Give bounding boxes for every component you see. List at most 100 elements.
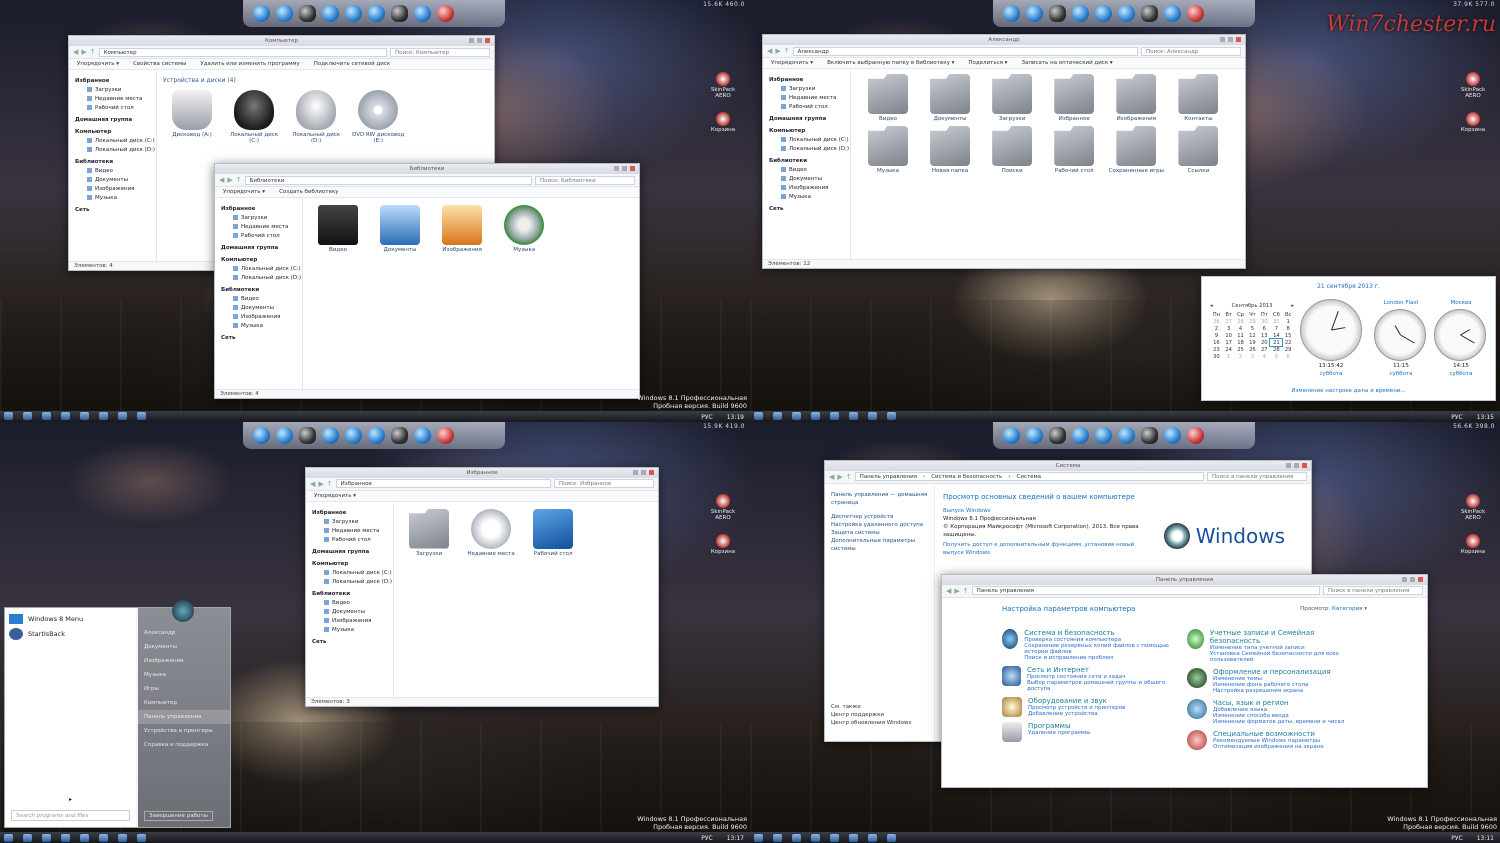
category-link[interactable]: Добавление устройства (1028, 711, 1125, 717)
sidebar-item-video[interactable]: Видео (75, 167, 156, 176)
folder-item[interactable]: Рабочий стол (1045, 126, 1103, 174)
address-bar[interactable]: Александр (792, 46, 1138, 56)
sidebar-item-desktop[interactable]: Рабочий стол (769, 103, 850, 112)
start-item[interactable]: Windows 8 Menu (5, 608, 136, 626)
taskbar-app-icon[interactable] (61, 833, 70, 842)
sidebar-item-pictures[interactable]: Изображения (221, 313, 302, 322)
start-search-input[interactable]: Search programs and files (11, 809, 130, 821)
dock[interactable] (993, 421, 1255, 449)
task-link[interactable]: Панель управления — домашняя страница (831, 491, 928, 507)
category-link[interactable]: Рекомендуемые Windows параметры (1213, 738, 1324, 744)
network-icon[interactable] (1072, 5, 1089, 22)
address-bar[interactable]: Библиотеки (244, 175, 532, 185)
taskbar-app-icon[interactable] (118, 833, 127, 842)
dock[interactable] (993, 0, 1255, 27)
organize-button[interactable]: Упорядочить ▾ (314, 493, 356, 499)
up-icon[interactable]: ↑ (236, 176, 242, 184)
help-icon[interactable] (1118, 5, 1135, 22)
close-icon[interactable] (649, 469, 654, 475)
taskbar-app-icon[interactable] (773, 412, 782, 420)
drive-item[interactable]: Локальный диск (D:) (287, 90, 345, 144)
control-panel-window[interactable]: Панель управления ◀ ▶ ↑ Панель управления По… (941, 573, 1428, 788)
category-title[interactable]: Оформление и персонализация (1213, 668, 1331, 676)
breadcrumb-item[interactable]: Система (1017, 473, 1042, 480)
close-icon[interactable] (1418, 576, 1423, 582)
category-title[interactable]: Система и безопасность (1024, 629, 1182, 637)
share-button[interactable]: Поделиться ▾ (968, 60, 1007, 66)
sidebar-item-recent[interactable]: Недавние места (221, 223, 302, 232)
sidebar-item-computer[interactable]: Компьютер (312, 560, 393, 569)
sidebar-item-downloads[interactable]: Загрузки (312, 518, 393, 527)
maximize-icon[interactable] (641, 469, 646, 475)
start-link[interactable]: Компьютер (138, 696, 230, 710)
maximize-icon[interactable] (477, 38, 482, 43)
maximize-icon[interactable] (1228, 37, 1233, 42)
sidebar-item-desktop[interactable]: Рабочий стол (221, 232, 302, 241)
category-title[interactable]: Оборудование и звук (1028, 697, 1125, 705)
maximize-icon[interactable] (622, 166, 627, 171)
close-icon[interactable] (485, 38, 490, 43)
taskbar-app-icon[interactable] (99, 833, 108, 842)
sidebar-item-video[interactable]: Видео (312, 599, 393, 608)
start-item[interactable]: StartIsBack (5, 626, 136, 642)
task-link[interactable]: Центр обновления Windows (831, 719, 911, 727)
back-icon[interactable]: ◀ (829, 473, 834, 481)
uninstall-button[interactable]: Удалить или изменить программу (200, 61, 299, 67)
category-title[interactable]: Часы, язык и регион (1213, 699, 1344, 707)
sidebar-item-music[interactable]: Музыка (769, 193, 850, 202)
search-input[interactable]: Поиск в панели управления (1207, 472, 1307, 481)
category-title[interactable]: Сеть и Интернет (1027, 666, 1182, 674)
chat-icon[interactable] (1026, 426, 1043, 444)
globe-icon[interactable] (345, 5, 362, 22)
clock[interactable]: 13:15 (1477, 414, 1494, 421)
minimize-icon[interactable] (1286, 462, 1291, 468)
sidebar-item-documents[interactable]: Документы (769, 175, 850, 184)
language-indicator[interactable]: РУС (1451, 414, 1462, 421)
sidebar-item-drive-d[interactable]: Локальный диск (D:) (221, 274, 302, 283)
sidebar-item-documents[interactable]: Документы (312, 608, 393, 617)
globe-icon[interactable] (1095, 5, 1112, 22)
folder-item[interactable]: Изображения (1107, 74, 1165, 122)
maximize-icon[interactable] (1294, 462, 1299, 468)
taskbar-app-icon[interactable] (23, 412, 32, 420)
libraries-window[interactable]: Библиотеки ◀ ▶ ↑ Библиотеки Поиск: Библиотек… (214, 163, 640, 399)
sidebar-item-pictures[interactable]: Изображения (769, 184, 850, 193)
taskbar-app-icon[interactable] (137, 412, 146, 420)
sidebar-item-drive-c[interactable]: Локальный диск (C:) (769, 136, 850, 145)
sidebar-item-desktop[interactable]: Рабочий стол (312, 536, 393, 545)
close-icon[interactable] (1302, 462, 1307, 468)
taskbar-app-icon[interactable] (811, 412, 820, 420)
sidebar-item-music[interactable]: Музыка (75, 194, 156, 203)
sidebar-item-recent[interactable]: Недавние места (769, 94, 850, 103)
folder-item[interactable]: Избранное (1045, 74, 1103, 122)
forward-icon[interactable]: ▶ (954, 587, 959, 595)
breadcrumb-item[interactable]: Система и безопасность (931, 473, 1002, 480)
address-bar[interactable]: Компьютер (98, 47, 387, 57)
folder-item[interactable]: Ссылки (1169, 126, 1227, 174)
clock[interactable]: 13:17 (727, 835, 744, 842)
start-link[interactable]: Устройства и принтеры (138, 724, 230, 738)
sidebar-item-drive-c[interactable]: Локальный диск (C:) (221, 265, 302, 274)
chat-icon[interactable] (253, 5, 270, 22)
new-library-button[interactable]: Создать библиотеку (279, 189, 338, 195)
sidebar-item-documents[interactable]: Документы (221, 304, 302, 313)
drive-icon[interactable] (1049, 5, 1066, 22)
taskbar-app-icon[interactable] (830, 833, 839, 842)
category-title[interactable]: Специальные возможности (1213, 730, 1324, 738)
recycle-bin-icon[interactable]: Корзина (708, 533, 738, 555)
category-title[interactable]: Программы (1028, 722, 1091, 730)
drive-icon[interactable] (299, 426, 316, 444)
sidebar-item-favorites[interactable]: Избранное (312, 509, 393, 518)
sidebar-item-favorites[interactable]: Избранное (221, 205, 302, 214)
network-icon[interactable] (322, 426, 339, 444)
recycle-bin-icon[interactable]: Корзина (708, 112, 738, 133)
minimize-icon[interactable] (469, 38, 474, 43)
start-icon[interactable] (754, 833, 763, 842)
title-bar[interactable]: Александр (763, 35, 1245, 45)
title-bar[interactable]: Компьютер (69, 36, 494, 46)
help-icon[interactable] (368, 5, 385, 22)
globe-icon[interactable] (345, 426, 362, 444)
burn-button[interactable]: Записать на оптический диск ▾ (1021, 60, 1112, 66)
start-link[interactable]: Изображения (138, 654, 230, 668)
language-indicator[interactable]: РУС (701, 835, 712, 842)
